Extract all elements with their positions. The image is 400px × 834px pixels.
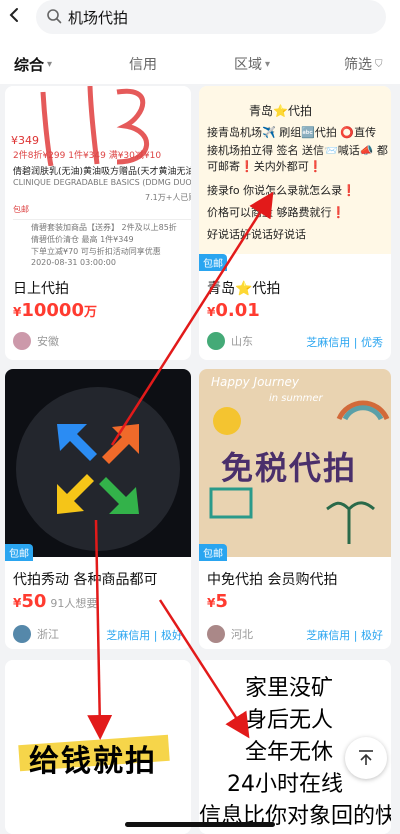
product-title: 代拍秀动 各种商品都可	[13, 572, 158, 588]
seller-info[interactable]: 河北	[207, 625, 253, 643]
image-price: ¥349	[11, 134, 39, 147]
promo-box: 倩碧套装加商品【送券】 2件及以上85折 倩碧低价清仓 最高 1件¥349 下单…	[13, 219, 191, 271]
product-title: 中免代拍 会员购代拍	[207, 572, 338, 588]
avatar	[207, 625, 225, 643]
image-line: 接机场拍立得 签名 送信📨喊话📣 都	[207, 144, 388, 157]
credit-badge: 芝麻信用 | 极好	[306, 629, 383, 642]
product-price: ¥0.01	[207, 300, 260, 321]
product-title: 日上代拍	[13, 281, 69, 297]
tab-label: 筛选	[344, 57, 372, 73]
search-input[interactable]: 机场代拍	[36, 0, 386, 34]
product-title: 青岛⭐代拍	[207, 281, 281, 297]
product-image: Happy Journey in summer 免税代拍	[199, 369, 391, 557]
promo-line: 倩碧低价清仓 最高 1件¥349	[31, 235, 134, 244]
seller-location: 河北	[231, 628, 253, 641]
arrow-up-icon	[359, 750, 373, 765]
product-price: ¥5	[207, 591, 228, 612]
tab-region[interactable]: 区域 ▾	[234, 54, 270, 74]
tab-label: 信用	[129, 57, 157, 73]
tab-comprehensive[interactable]: 综合 ▾	[14, 54, 52, 75]
free-shipping-badge: 包邮	[199, 544, 227, 561]
image-line: 青岛⭐代拍	[249, 104, 312, 118]
tab-label: 综合	[14, 56, 45, 74]
credit-badge: 芝麻信用 | 极好	[106, 629, 183, 642]
search-icon	[47, 9, 62, 24]
promo-line: 下单立减¥70 可与折扣活动同享优惠	[31, 247, 161, 256]
image-line: 价格可以商量 够路费就行❗	[207, 206, 346, 219]
seller-location: 浙江	[37, 628, 59, 641]
image-text: 给钱就拍	[29, 744, 157, 779]
credit-badge: 芝麻信用 | 优秀	[306, 336, 383, 349]
search-query: 机场代拍	[68, 9, 129, 27]
image-line: 身后无人	[245, 708, 334, 733]
tab-filter[interactable]: 筛选 ⛉	[344, 54, 383, 74]
image-line: 家里没矿	[245, 676, 334, 701]
chevron-down-icon: ▾	[47, 59, 53, 70]
filter-icon: ⛉	[375, 58, 383, 70]
image-line: 全年无休	[245, 740, 334, 765]
filter-tabs: 综合 ▾ 信用 区域 ▾ 筛选 ⛉	[0, 40, 400, 84]
back-arrow-icon	[9, 8, 18, 22]
product-card[interactable]: 包邮 代拍秀动 各种商品都可 ¥50 91人想要 浙江 芝麻信用 | 极好	[5, 369, 191, 649]
image-product-sub: CLINIQUE DEGRADABLE BASICS (DDMG DUO) 25…	[13, 178, 191, 187]
product-card[interactable]: ¥349 2件8折¥299 1件¥349 满¥30减¥10 倩碧润肤乳(无油)黄…	[5, 86, 191, 360]
seller-info[interactable]: 安徽	[13, 332, 59, 350]
home-indicator	[125, 822, 275, 827]
avatar	[13, 332, 31, 350]
product-card[interactable]: 青岛⭐代拍 接青岛机场✈️ 刷组🔤代拍 ⭕直传 接机场拍立得 签名 送信📨喊话📣…	[199, 86, 391, 360]
tab-credit[interactable]: 信用	[129, 54, 157, 74]
image-line: 接录fo 你说怎么录就怎么录❗	[207, 184, 356, 197]
avatar	[13, 625, 31, 643]
product-price: ¥50 91人想要	[13, 591, 98, 612]
image-headline: 免税代拍	[221, 449, 358, 487]
seller-info[interactable]: 山东	[207, 332, 253, 350]
free-shipping-badge: 包邮	[199, 254, 227, 271]
product-price: ¥10000万	[13, 300, 97, 321]
image-product-line: 倩碧润肤乳(无油)黄油吸方赠品(天才黄油无油)	[13, 167, 191, 177]
free-shipping-badge: 包邮	[5, 544, 33, 561]
chevron-down-icon: ▾	[265, 58, 271, 70]
product-image: ¥349 2件8折¥299 1件¥349 满¥30减¥10 倩碧润肤乳(无油)黄…	[5, 86, 191, 271]
avatar	[207, 332, 225, 350]
scroll-to-top-button[interactable]	[345, 737, 387, 779]
wants-count: 91人想要	[50, 597, 98, 610]
image-line: 可邮寄❗关内外都可❗	[207, 160, 323, 173]
image-shipping: 包邮	[13, 205, 29, 214]
tab-label: 区域	[234, 57, 262, 73]
product-image: 青岛⭐代拍 接青岛机场✈️ 刷组🔤代拍 ⭕直传 接机场拍立得 签名 送信📨喊话📣…	[199, 86, 391, 254]
image-discounts: 2件8折¥299 1件¥349 满¥30减¥10	[13, 151, 162, 161]
image-sales: 7.1万+人已购	[145, 193, 191, 202]
seller-location: 安徽	[37, 335, 59, 348]
promo-line: 倩碧套装加商品【送券】 2件及以上85折	[31, 223, 177, 232]
product-image	[5, 369, 191, 557]
promo-line: 2020-08-31 03:00:00	[31, 258, 116, 267]
image-line: 好说话好说话好说话	[207, 228, 306, 241]
image-line: 接青岛机场✈️ 刷组🔤代拍 ⭕直传	[207, 126, 377, 139]
back-button[interactable]	[0, 0, 30, 36]
top-bar: 机场代拍	[0, 0, 400, 40]
seller-location: 山东	[231, 335, 253, 348]
seller-info[interactable]: 浙江	[13, 625, 59, 643]
product-image: 给钱就拍	[5, 660, 191, 834]
image-line: 24小时在线	[227, 772, 343, 797]
logo-graphic	[16, 387, 180, 551]
product-card[interactable]: Happy Journey in summer 免税代拍 包邮 中免代拍 会员购…	[199, 369, 391, 649]
product-card[interactable]: 给钱就拍	[5, 660, 191, 834]
